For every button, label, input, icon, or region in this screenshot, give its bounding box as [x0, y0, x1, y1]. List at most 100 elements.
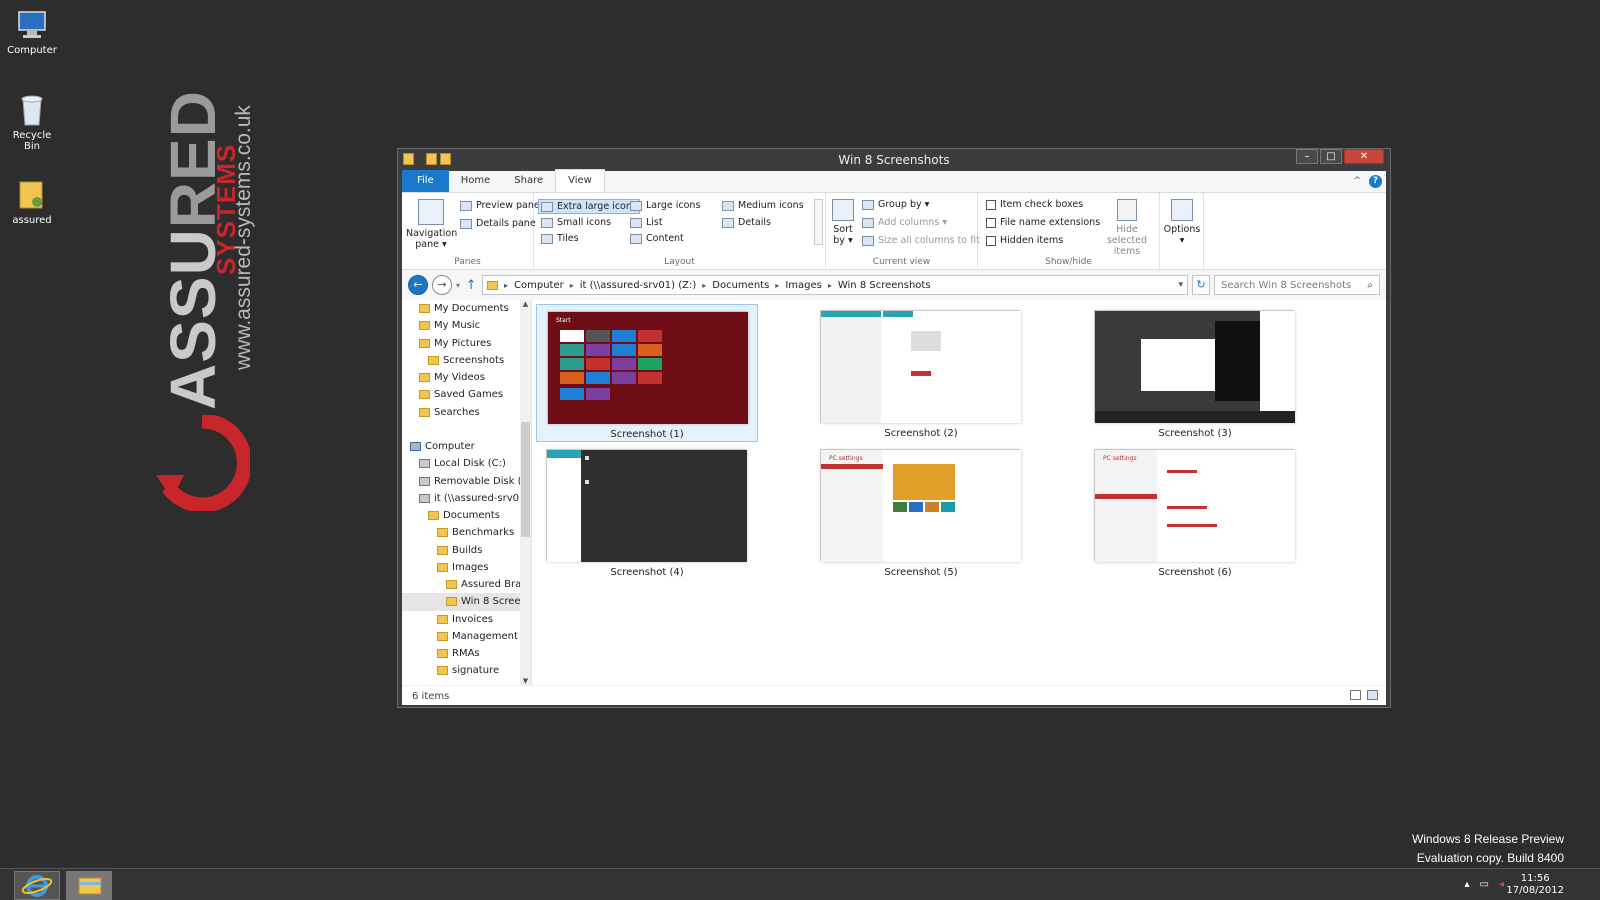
layout-tiles[interactable]: Tiles — [541, 233, 579, 244]
large-icons-icon — [630, 200, 642, 211]
file-item[interactable]: Start Screenshot (1) — [536, 304, 758, 442]
file-item[interactable]: Screenshot (3) — [1084, 304, 1306, 442]
forward-button[interactable]: → — [432, 275, 452, 295]
file-item[interactable]: PC settings Screenshot (5) — [810, 443, 1032, 581]
clock[interactable]: 11:56 17/08/2012 — [1506, 873, 1564, 897]
layout-content[interactable]: Content — [630, 233, 684, 244]
maximize-button[interactable]: □ — [1320, 149, 1342, 164]
group-label: Current view — [872, 257, 931, 267]
desktop-icon-recycle-bin[interactable]: Recycle Bin — [4, 91, 60, 152]
options-button[interactable]: Options ▾ — [1162, 199, 1202, 246]
tree-item[interactable]: signature — [402, 662, 531, 679]
scrollbar-thumb[interactable] — [521, 422, 530, 537]
tree-item[interactable]: Win 8 Scree — [402, 593, 531, 611]
search-input[interactable]: Search Win 8 Screenshots ⌕ — [1214, 275, 1380, 295]
checkbox[interactable] — [986, 217, 996, 228]
checkbox[interactable] — [986, 199, 996, 210]
svg-text:Start: Start — [556, 317, 571, 324]
details-pane-icon — [460, 218, 472, 229]
large-icons-view-icon[interactable] — [1367, 690, 1378, 700]
tab-view[interactable]: View — [555, 169, 605, 192]
group-by-button[interactable]: Group by ▾ — [862, 199, 929, 210]
breadcrumb-documents[interactable]: Documents — [712, 280, 769, 291]
hidden-items-toggle[interactable]: Hidden items — [986, 235, 1063, 246]
show-hidden-icons-icon[interactable]: ▴ — [1464, 879, 1469, 890]
volume-icon[interactable]: ◂ — [1499, 879, 1504, 890]
breadcrumb-network-drive[interactable]: it (\\assured-srv01) (Z:) — [580, 280, 696, 291]
tree-item[interactable]: Benchmarks — [402, 524, 531, 541]
file-explorer-button[interactable] — [66, 871, 112, 900]
tree-item[interactable]: Documents — [402, 507, 531, 524]
tree-item[interactable]: Saved Games — [402, 386, 531, 403]
desktop-icon-computer[interactable]: Computer — [4, 6, 60, 56]
checkbox[interactable] — [986, 235, 996, 246]
tree-item[interactable]: My Documents — [402, 300, 531, 317]
internet-explorer-button[interactable] — [14, 871, 60, 900]
breadcrumb-win8-screenshots[interactable]: Win 8 Screenshots — [838, 280, 931, 291]
tree-item[interactable]: My Videos — [402, 369, 531, 386]
tree-item[interactable]: Invoices — [402, 611, 531, 628]
tab-home[interactable]: Home — [449, 170, 503, 192]
tree-item-label: Documents — [443, 510, 501, 522]
details-pane-button[interactable]: Details pane — [460, 218, 536, 229]
tree-item[interactable]: My Music — [402, 317, 531, 334]
up-button[interactable]: ↑ — [464, 278, 478, 293]
tree-item[interactable]: Management — [402, 628, 531, 645]
preview-pane-button[interactable]: Preview pane — [460, 200, 540, 211]
tree-item[interactable]: Assured Bra — [402, 576, 531, 593]
scroll-up-icon[interactable]: ▲ — [520, 300, 531, 308]
file-item[interactable]: Screenshot (2) — [810, 304, 1032, 442]
tree-item[interactable]: it (\\assured-srv0 — [402, 490, 531, 507]
tree-item[interactable]: Computer — [402, 438, 531, 455]
desktop-icon-label: Computer — [7, 45, 57, 56]
hide-selected-items-button[interactable]: Hide selected items — [1096, 199, 1158, 257]
layout-small-icons[interactable]: Small icons — [541, 217, 611, 228]
desktop-icon-assured[interactable]: assured — [4, 176, 60, 226]
tree-item[interactable]: Screenshots — [402, 352, 531, 369]
layout-details[interactable]: Details — [722, 217, 771, 228]
file-item[interactable]: Screenshot (4) — [536, 443, 758, 581]
sort-by-button[interactable]: Sort by ▾ — [828, 199, 858, 246]
layout-gallery-scroll[interactable] — [814, 199, 823, 245]
layout-large-icons[interactable]: Large icons — [630, 200, 700, 211]
close-button[interactable]: ✕ — [1344, 149, 1384, 164]
explorer-window: Win 8 Screenshots – □ ✕ File Home Share … — [397, 148, 1391, 708]
breadcrumb-computer[interactable]: Computer — [514, 280, 564, 291]
tree-item[interactable]: Builds — [402, 542, 531, 559]
tab-share[interactable]: Share — [502, 170, 555, 192]
file-name-extensions-toggle[interactable]: File name extensions — [986, 217, 1100, 228]
help-icon[interactable]: ? — [1369, 174, 1382, 188]
layout-list[interactable]: List — [630, 217, 663, 228]
breadcrumb-images[interactable]: Images — [785, 280, 822, 291]
recent-locations-button[interactable]: ▾ — [456, 281, 460, 290]
collapse-ribbon-icon[interactable]: ^ — [1353, 176, 1361, 186]
search-icon[interactable]: ⌕ — [1367, 280, 1373, 291]
group-options: Options ▾ — [1160, 193, 1204, 270]
address-bar[interactable]: ▸ Computer ▸ it (\\assured-srv01) (Z:) ▸… — [482, 275, 1188, 295]
item-check-boxes-toggle[interactable]: Item check boxes — [986, 199, 1083, 210]
add-columns-button[interactable]: Add columns ▾ — [862, 217, 947, 228]
tree-item[interactable]: Local Disk (C:) — [402, 455, 531, 472]
refresh-button[interactable]: ↻ — [1192, 275, 1210, 295]
tree-item[interactable]: My Pictures — [402, 335, 531, 352]
tab-file[interactable]: File — [402, 170, 449, 192]
navigation-pane-button[interactable]: Navigation pane ▾ — [406, 199, 457, 250]
tree-item[interactable]: Images — [402, 559, 531, 576]
folder-icon — [437, 649, 448, 659]
network-icon[interactable]: ▭ — [1480, 879, 1489, 890]
details-view-icon[interactable] — [1350, 690, 1361, 700]
scroll-down-icon[interactable]: ▼ — [520, 677, 531, 685]
address-dropdown-icon[interactable]: ▾ — [1178, 280, 1183, 290]
minimize-button[interactable]: – — [1296, 149, 1318, 164]
tree-item[interactable]: Removable Disk ( — [402, 473, 531, 490]
file-item[interactable]: PC settings Screenshot (6) — [1084, 443, 1306, 581]
size-columns-button[interactable]: Size all columns to fit — [862, 235, 980, 246]
group-by-icon — [862, 199, 874, 210]
layout-medium-icons[interactable]: Medium icons — [722, 200, 804, 211]
tree-item — [402, 421, 531, 438]
tree-scrollbar[interactable]: ▲ ▼ — [520, 300, 531, 685]
tree-item[interactable]: Searches — [402, 404, 531, 421]
layout-extra-large-icons[interactable]: Extra large icons — [538, 199, 640, 214]
tree-item[interactable]: RMAs — [402, 645, 531, 662]
back-button[interactable]: ← — [408, 275, 428, 295]
